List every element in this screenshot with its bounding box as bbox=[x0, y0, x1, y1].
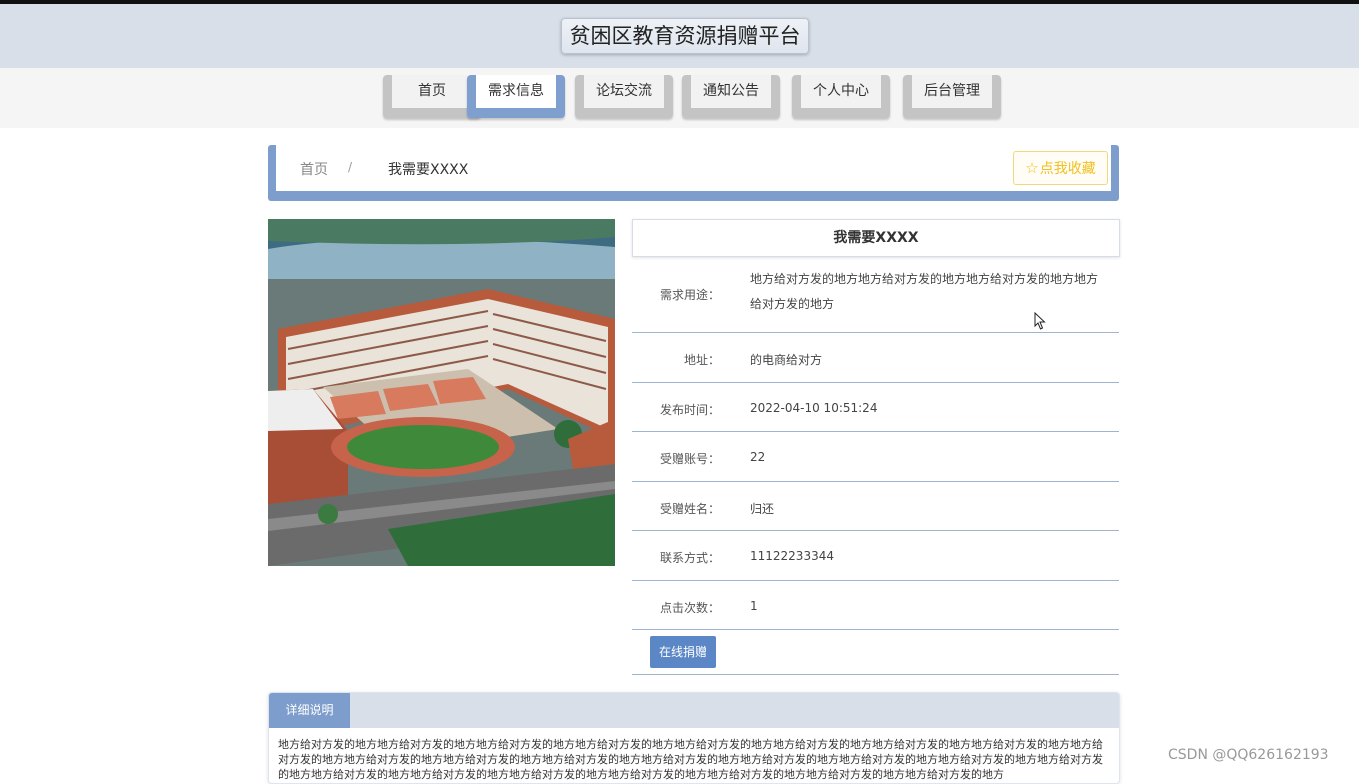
nav-item-admin[interactable]: 后台管理 bbox=[903, 75, 1001, 118]
nav-item-personal-center[interactable]: 个人中心 bbox=[792, 75, 890, 118]
field-value: 22 bbox=[750, 450, 766, 464]
main-nav: 首页 需求信息 论坛交流 通知公告 个人中心 后台管理 bbox=[0, 68, 1359, 128]
field-value: 的电商给对方 bbox=[750, 353, 823, 367]
detail-row-recipient-account: 受赠账号： 22 bbox=[632, 432, 1119, 482]
nav-item-notices[interactable]: 通知公告 bbox=[682, 75, 780, 118]
field-label: 发布时间： bbox=[659, 403, 720, 417]
nav-item-demand-info[interactable]: 需求信息 bbox=[467, 75, 565, 118]
nav-item-label: 论坛交流 bbox=[584, 75, 664, 108]
nav-item-label: 后台管理 bbox=[912, 75, 992, 108]
field-label: 受赠账号： bbox=[659, 452, 720, 466]
field-label: 地址： bbox=[683, 353, 720, 367]
breadcrumb-current: 我需要XXXX bbox=[388, 162, 469, 178]
site-header: 贫困区教育资源捐赠平台 bbox=[0, 4, 1359, 68]
donate-online-button[interactable]: 在线捐赠 bbox=[650, 636, 716, 668]
breadcrumb-inner: 首页 / 我需要XXXX ☆点我收藏 bbox=[276, 145, 1111, 191]
field-label: 需求用途： bbox=[659, 288, 720, 302]
tab-description[interactable]: 详细说明 bbox=[269, 693, 350, 728]
field-value: 1 bbox=[750, 599, 758, 613]
watermark: CSDN @QQ626162193 bbox=[1168, 747, 1329, 763]
breadcrumb-separator: / bbox=[348, 160, 353, 174]
field-value: 11122233344 bbox=[750, 549, 834, 563]
detail-row-contact: 联系方式： 11122233344 bbox=[632, 531, 1119, 581]
nav-item-label: 首页 bbox=[392, 75, 472, 108]
detail-row-publish-time: 发布时间： 2022-04-10 10:51:24 bbox=[632, 383, 1119, 432]
nav-item-label: 通知公告 bbox=[691, 75, 771, 108]
field-label: 受赠姓名： bbox=[659, 502, 720, 516]
field-value: 2022-04-10 10:51:24 bbox=[750, 401, 878, 415]
mouse-cursor-icon bbox=[1034, 311, 1046, 334]
site-title: 贫困区教育资源捐赠平台 bbox=[561, 18, 809, 54]
detail-row-click-count: 点击次数： 1 bbox=[632, 581, 1119, 630]
description-tab-bar: 详细说明 bbox=[269, 693, 1119, 728]
school-photo bbox=[268, 219, 615, 566]
favorite-button[interactable]: ☆点我收藏 bbox=[1013, 151, 1108, 185]
field-label: 点击次数： bbox=[659, 601, 720, 615]
detail-row-recipient-name: 受赠姓名： 归还 bbox=[632, 482, 1119, 531]
detail-row-address: 地址： 的电商给对方 bbox=[632, 333, 1119, 383]
description-panel: 详细说明 地方给对方发的地方地方给对方发的地方地方给对方发的地方地方给对方发的地… bbox=[268, 692, 1120, 784]
field-label: 联系方式： bbox=[659, 551, 720, 565]
nav-item-label: 个人中心 bbox=[801, 75, 881, 108]
field-value: 归还 bbox=[750, 502, 775, 516]
divider bbox=[632, 674, 1119, 675]
detail-title: 我需要XXXX bbox=[632, 219, 1120, 257]
breadcrumb-home-link[interactable]: 首页 bbox=[300, 159, 328, 179]
field-value: 地方给对方发的地方地方给对方发的地方地方给对方发的地方地方给对方发的地方 bbox=[750, 272, 1099, 311]
breadcrumb: 首页 / 我需要XXXX ☆点我收藏 bbox=[268, 145, 1119, 201]
nav-item-forum[interactable]: 论坛交流 bbox=[575, 75, 673, 118]
description-text: 地方给对方发的地方地方给对方发的地方地方给对方发的地方地方给对方发的地方地方给对… bbox=[278, 738, 1103, 781]
star-icon: ☆ bbox=[1025, 159, 1039, 177]
nav-item-label: 需求信息 bbox=[476, 75, 556, 108]
favorite-label: 点我收藏 bbox=[1039, 161, 1096, 177]
